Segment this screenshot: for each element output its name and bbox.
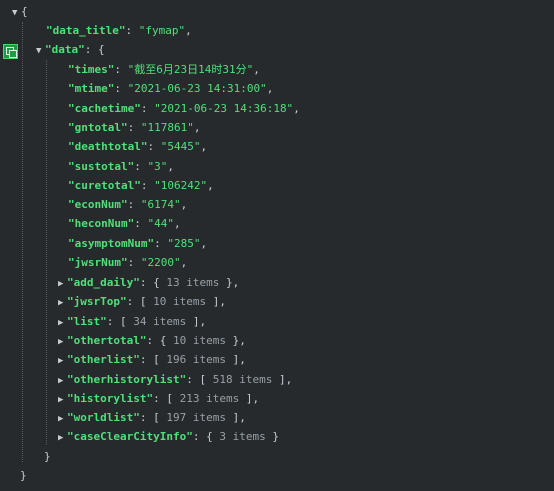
- field-key: "times": [68, 63, 115, 76]
- root-open-line: ▼{: [12, 2, 28, 21]
- data-close-line: }: [44, 447, 51, 466]
- field-line: "curetotal": "106242",: [68, 178, 214, 192]
- field-line: "deathtotal": "5445",: [68, 140, 208, 154]
- node-key[interactable]: "add_daily": [67, 276, 140, 289]
- node-open-bracket: {: [206, 430, 213, 444]
- collapsed-node-line[interactable]: ▶ "worldlist": [ 197 items ],: [58, 408, 246, 427]
- node-open-bracket: [: [153, 353, 160, 367]
- field-key: "gntotal": [68, 120, 128, 134]
- data-title-key: "data_title": [46, 24, 126, 37]
- data-title-line: "data_title": "fymap",: [46, 24, 192, 37]
- node-open-bracket: {: [153, 276, 160, 289]
- collapsed-node-line[interactable]: ▶ "otherlist": [ 196 items ],: [58, 350, 246, 369]
- node-key[interactable]: "caseClearCityInfo": [67, 430, 193, 443]
- field-value: "117861": [140, 120, 194, 134]
- field-value: "285": [167, 236, 201, 250]
- field-value: "3": [147, 159, 168, 173]
- collapse-data-toggle[interactable]: ▼: [36, 42, 45, 61]
- node-key[interactable]: "worldlist": [67, 411, 140, 424]
- field-value: "5445": [160, 140, 201, 154]
- field-line: "heconNum": "44",: [68, 217, 181, 231]
- root-close-brace: }: [20, 469, 27, 482]
- field-key: "econNum": [68, 198, 128, 212]
- node-item-count[interactable]: 3 items: [219, 430, 265, 443]
- node-item-count[interactable]: 10 items: [153, 295, 206, 308]
- collapsed-node-line[interactable]: ▶ "othertotal": { 10 items },: [58, 331, 246, 350]
- node-close-bracket: }: [225, 276, 233, 289]
- field-line: "asymptomNum": "285",: [68, 236, 208, 250]
- expand-node-toggle[interactable]: ▶: [58, 294, 67, 313]
- node-close-bracket: ]: [278, 372, 286, 386]
- node-item-count[interactable]: 13 items: [166, 276, 219, 289]
- expand-node-toggle[interactable]: ▶: [58, 333, 67, 352]
- collapsed-node-line[interactable]: ▶ "add_daily": { 13 items },: [58, 273, 239, 292]
- expand-node-toggle[interactable]: ▶: [58, 429, 67, 448]
- field-line: "times": "截至6月23日14时31分",: [68, 63, 260, 76]
- node-close-bracket: }: [272, 430, 279, 444]
- field-value: "44": [147, 217, 174, 231]
- field-line: "econNum": "6174",: [68, 198, 188, 212]
- field-line: "mtime": "2021-06-23 14:31:00",: [68, 82, 274, 96]
- field-value: "2200": [140, 256, 181, 269]
- field-key: "mtime": [68, 82, 115, 96]
- data-open-line: ▼ "data": {: [36, 40, 105, 59]
- field-line: "sustotal": "3",: [68, 159, 174, 173]
- node-key[interactable]: "otherhistorylist": [67, 373, 186, 386]
- field-key: "cachetime": [68, 101, 141, 115]
- collapsed-node-line[interactable]: ▶ "historylist": [ 213 items ],: [58, 389, 259, 408]
- field-line: "cachetime": "2021-06-23 14:36:18",: [68, 101, 300, 115]
- field-key: "asymptomNum": [68, 236, 155, 250]
- node-item-count[interactable]: 197 items: [166, 411, 226, 424]
- expand-node-toggle[interactable]: ▶: [58, 410, 67, 429]
- field-value: "106242": [154, 178, 208, 192]
- field-key: "sustotal": [68, 159, 135, 173]
- data-open-brace: {: [98, 43, 105, 56]
- collapsed-node-line[interactable]: ▶ "otherhistorylist": [ 518 items ],: [58, 370, 292, 389]
- expand-node-toggle[interactable]: ▶: [58, 372, 67, 391]
- field-key: "curetotal": [68, 178, 141, 192]
- root-close-line: }: [20, 466, 27, 485]
- collapse-root-toggle[interactable]: ▼: [12, 4, 21, 23]
- node-key[interactable]: "historylist": [67, 392, 153, 405]
- node-open-bracket: [: [166, 391, 173, 405]
- expand-node-toggle[interactable]: ▶: [58, 352, 67, 371]
- node-item-count[interactable]: 34 items: [133, 315, 186, 328]
- field-value: "6174": [140, 198, 181, 212]
- field-line: "gntotal": "117861",: [68, 120, 201, 134]
- expand-node-toggle[interactable]: ▶: [58, 275, 67, 294]
- field-value: "2021-06-23 14:31:00": [127, 82, 267, 96]
- node-open-bracket: [: [153, 411, 160, 425]
- node-item-count[interactable]: 213 items: [180, 392, 240, 405]
- expand-node-toggle[interactable]: ▶: [58, 314, 67, 333]
- field-value: "截至6月23日14时31分": [127, 63, 254, 76]
- node-key[interactable]: "list": [67, 315, 107, 328]
- field-value: "2021-06-23 14:36:18": [154, 101, 294, 115]
- node-item-count[interactable]: 10 items: [173, 334, 226, 347]
- node-item-count[interactable]: 518 items: [213, 373, 273, 386]
- node-key[interactable]: "jwsrTop": [67, 295, 127, 308]
- data-key: "data": [45, 43, 85, 56]
- collapsed-node-line[interactable]: ▶ "caseClearCityInfo": { 3 items }: [58, 427, 279, 446]
- root-open-brace: {: [21, 5, 28, 18]
- field-key: "deathtotal": [68, 140, 148, 154]
- node-key[interactable]: "othertotal": [67, 334, 146, 347]
- collapsed-node-line[interactable]: ▶ "jwsrTop": [ 10 items ],: [58, 292, 226, 311]
- copy-icon[interactable]: [3, 44, 18, 59]
- node-open-bracket: [: [120, 314, 127, 328]
- field-key: "heconNum": [68, 217, 135, 231]
- indent-guide-data: [46, 60, 47, 445]
- node-key[interactable]: "otherlist": [67, 353, 140, 366]
- node-item-count[interactable]: 196 items: [166, 353, 226, 366]
- data-close-brace: }: [44, 450, 51, 463]
- data-title-value: "fymap": [138, 24, 186, 37]
- indent-guide-root: [22, 22, 23, 462]
- field-key: "jwsrNum": [68, 256, 128, 269]
- collapsed-node-line[interactable]: ▶ "list": [ 34 items ],: [58, 312, 206, 331]
- field-line: "jwsrNum": "2200",: [68, 256, 188, 269]
- expand-node-toggle[interactable]: ▶: [58, 391, 67, 410]
